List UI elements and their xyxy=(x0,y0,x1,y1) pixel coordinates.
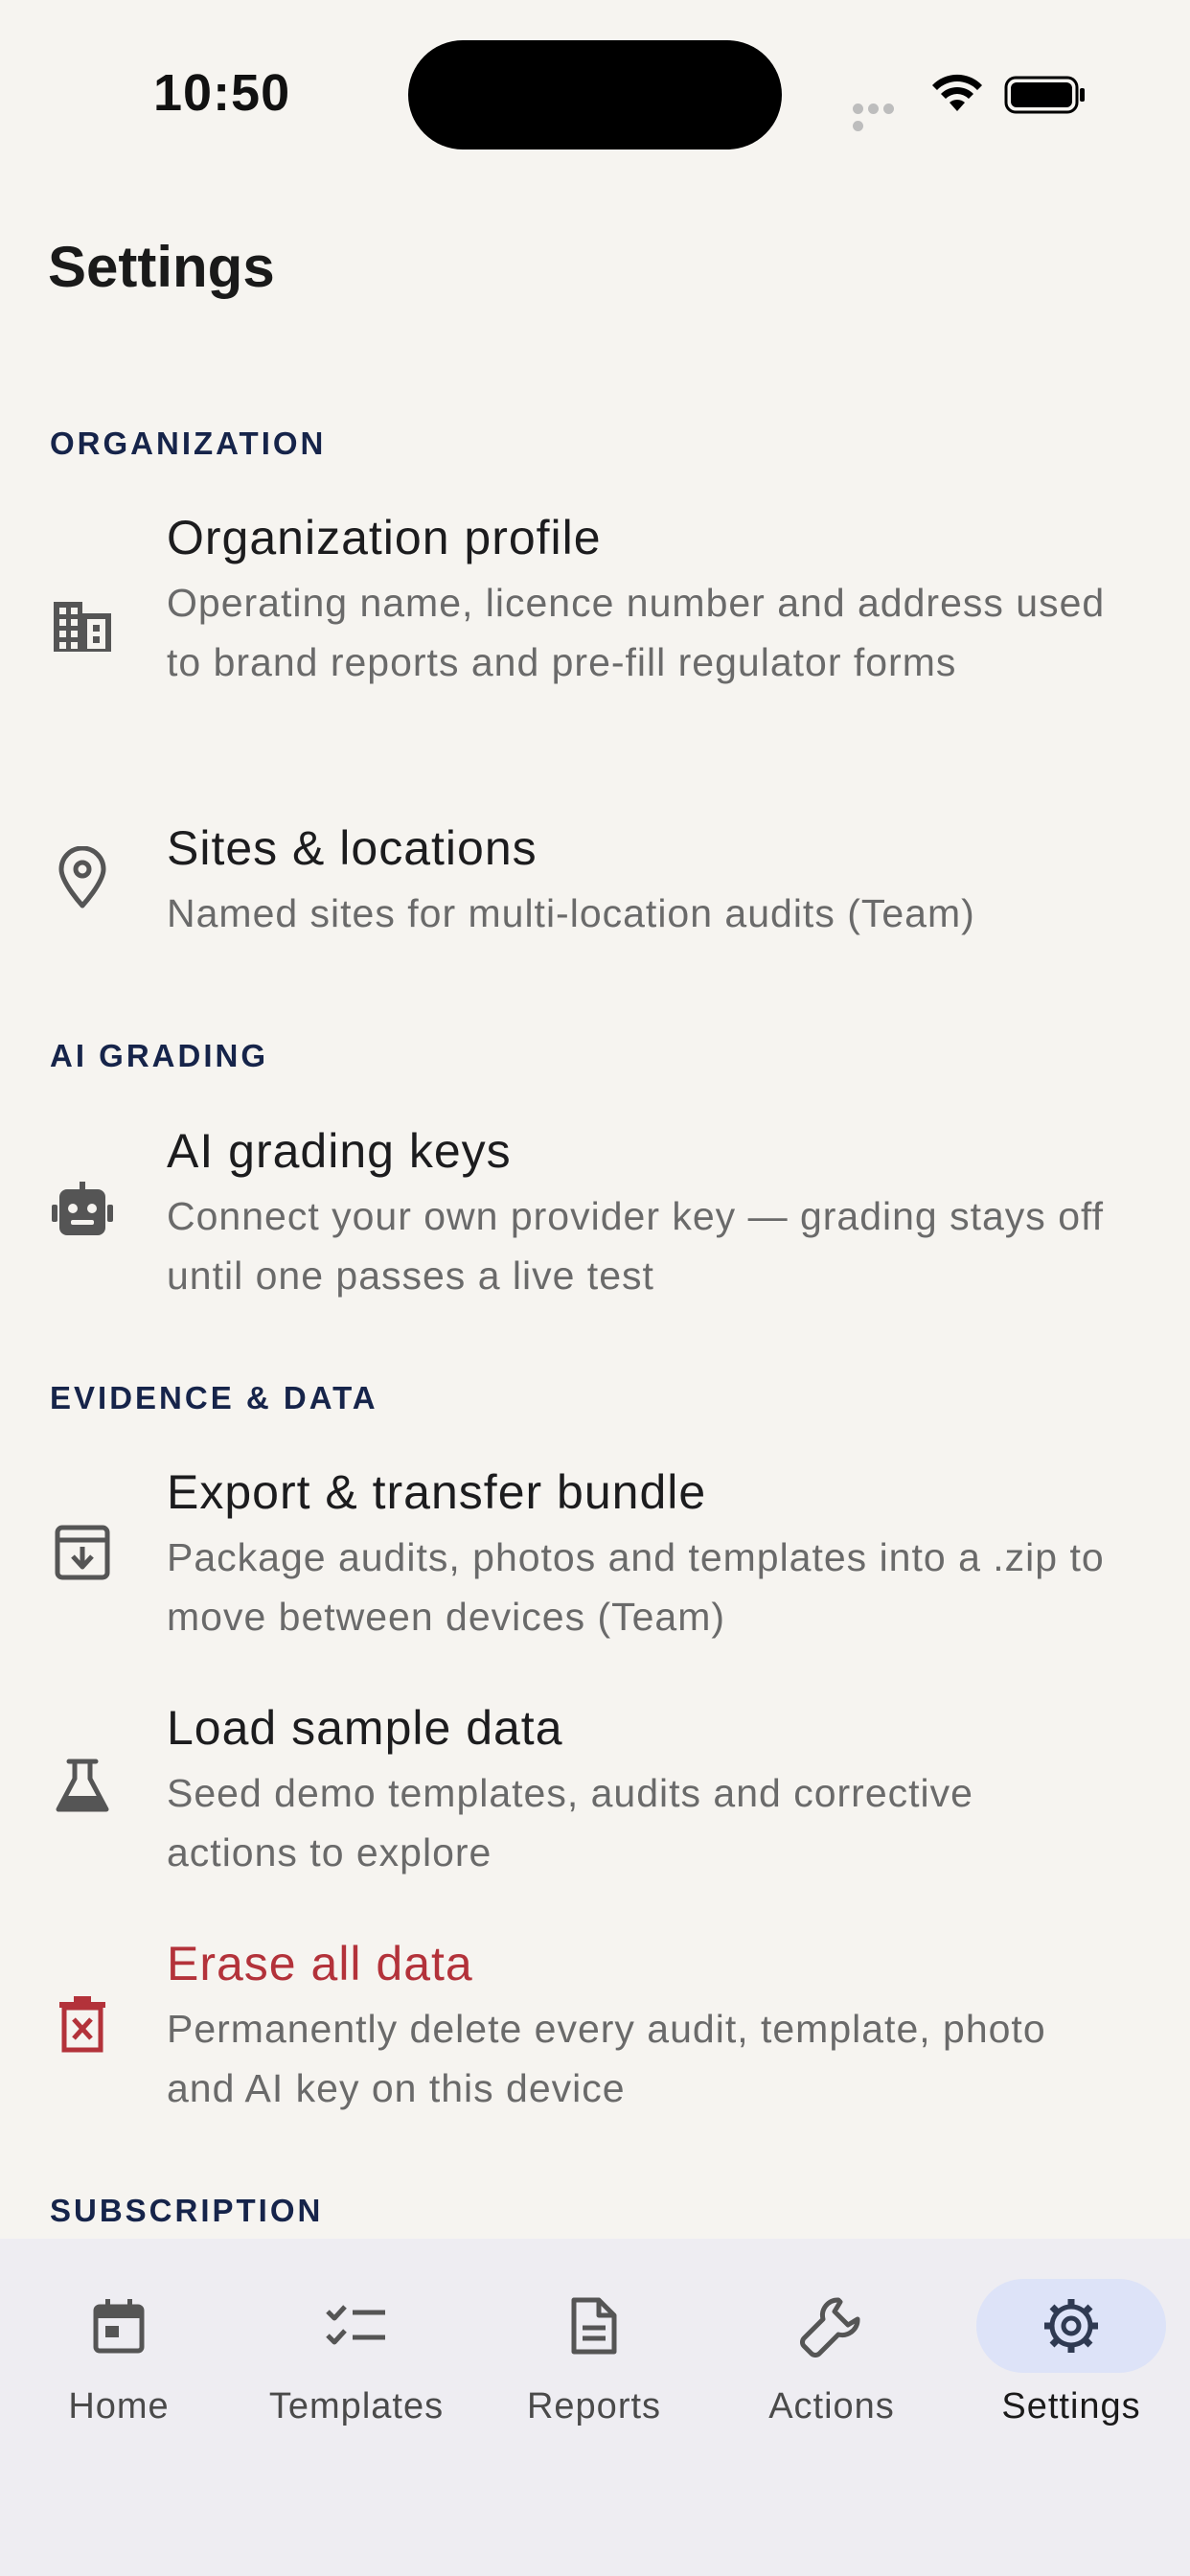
item-title: Organization profile xyxy=(167,511,602,564)
calendar-icon xyxy=(24,2279,214,2373)
flask-icon xyxy=(48,1752,117,1821)
nav-tab-templates[interactable]: Templates xyxy=(251,2279,462,2451)
trash-icon xyxy=(48,1990,117,2058)
nav-label-settings: Settings xyxy=(1001,2386,1141,2426)
item-description: Operating name, licence number and addre… xyxy=(167,581,1106,684)
nav-tab-reports[interactable]: Reports xyxy=(489,2279,699,2451)
page-title: Settings xyxy=(48,235,275,299)
section-header-subscription: SUBSCRIPTION xyxy=(50,2193,324,2228)
settings-item-ai-grading-keys[interactable]: AI grading keys Connect your own provide… xyxy=(0,1123,1190,1305)
battery-icon xyxy=(1004,76,1085,114)
item-description: Package audits, photos and templates int… xyxy=(167,1535,1105,1639)
item-title: Load sample data xyxy=(167,1701,563,1755)
settings-item-organization-profile[interactable]: Organization profile Operating name, lic… xyxy=(0,510,1190,749)
nav-label-actions: Actions xyxy=(768,2386,895,2426)
settings-item-erase-all-data[interactable]: Erase all data Permanently delete every … xyxy=(0,1936,1190,2118)
section-header-ai-grading: AI GRADING xyxy=(50,1038,268,1073)
wifi-icon xyxy=(932,74,982,111)
settings-item-export-bundle[interactable]: Export & transfer bundle Package audits,… xyxy=(0,1464,1190,1646)
item-title: AI grading keys xyxy=(167,1124,512,1178)
nav-tab-home[interactable]: Home xyxy=(13,2279,224,2451)
document-icon xyxy=(499,2279,689,2373)
section-header-evidence-data: EVIDENCE & DATA xyxy=(50,1380,378,1415)
settings-item-load-sample-data[interactable]: Load sample data Seed demo templates, au… xyxy=(0,1700,1190,1882)
gear-icon xyxy=(976,2279,1166,2373)
location-pin-icon xyxy=(48,843,117,912)
item-description: Permanently delete every audit, template… xyxy=(167,2007,1046,2110)
wrench-icon xyxy=(737,2279,927,2373)
item-description: Seed demo templates, audits and correcti… xyxy=(167,1771,973,1874)
nav-tab-actions[interactable]: Actions xyxy=(726,2279,937,2451)
nav-label-templates: Templates xyxy=(268,2386,445,2426)
section-header-organization: ORGANIZATION xyxy=(50,426,327,461)
dynamic-island xyxy=(408,40,782,150)
status-bar: 10:50 xyxy=(0,0,1190,192)
item-title: Export & transfer bundle xyxy=(167,1465,707,1519)
cellular-signal-icon xyxy=(853,102,912,131)
checklist-icon xyxy=(262,2279,451,2373)
nav-tab-settings[interactable]: Settings xyxy=(966,2279,1177,2451)
nav-label-reports: Reports xyxy=(526,2386,662,2426)
item-title: Erase all data xyxy=(167,1937,473,1990)
status-time: 10:50 xyxy=(153,64,291,122)
item-description: Named sites for multi-location audits (T… xyxy=(167,891,975,935)
archive-download-icon xyxy=(48,1518,117,1587)
item-title: Sites & locations xyxy=(167,821,538,875)
bottom-navigation: Home Templates Reports Actions Settings xyxy=(0,2239,1190,2576)
item-description: Connect your own provider key — grading … xyxy=(167,1194,1105,1298)
robot-icon xyxy=(48,1175,117,1244)
nav-label-home: Home xyxy=(68,2386,170,2426)
building-icon xyxy=(48,592,117,661)
settings-item-sites-locations[interactable]: Sites & locations Named sites for multi-… xyxy=(0,820,1190,954)
